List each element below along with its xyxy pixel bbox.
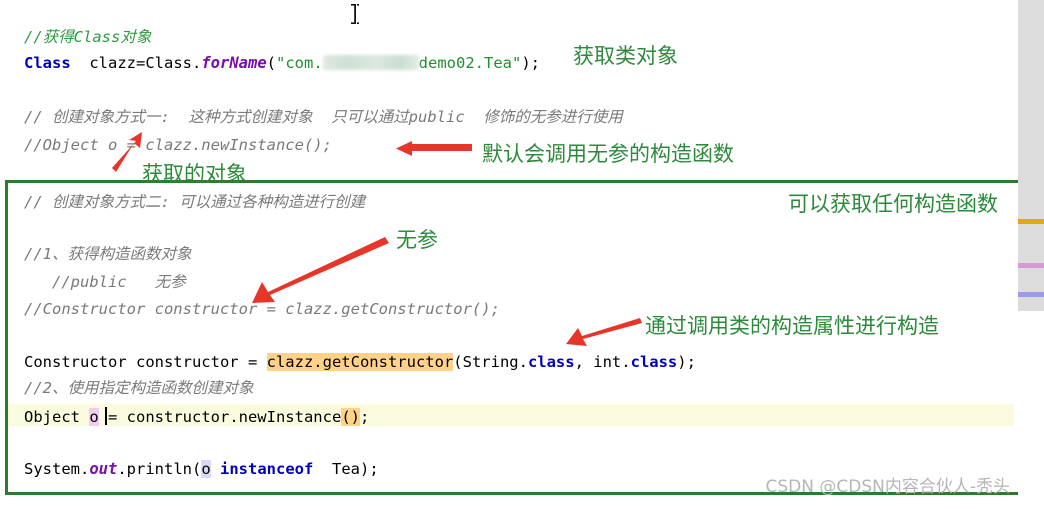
token-tea-tail: Tea); — [322, 460, 379, 478]
redacted-package-segment — [322, 55, 419, 70]
token-o-reference-highlight: o — [201, 460, 211, 478]
token-class-keyword: Class — [24, 54, 71, 72]
code-editor-screenshot: //获得Class对象 Class clazz=Class.forName("c… — [0, 0, 1044, 509]
code-line-10[interactable]: //2、使用指定构造函数创建对象 — [24, 377, 254, 399]
token-comma-int: , int. — [574, 353, 631, 371]
text-caret — [105, 407, 107, 425]
gutter-marker-occurrence[interactable] — [1018, 292, 1044, 297]
code-line-1[interactable]: //获得Class对象 — [24, 26, 151, 48]
annotation-label-default-no-arg-ctor: 默认会调用无参的构造函数 — [482, 142, 734, 166]
code-line-2[interactable]: Class clazz=Class.forName("com. demo02.Te… — [24, 52, 540, 74]
csdn-watermark: CSDN @CDSN内容合伙人-秃头 — [765, 477, 1010, 497]
mouse-text-cursor-icon — [350, 3, 360, 25]
annotation-label-any-constructor: 可以获取任何构造函数 — [788, 192, 998, 216]
token-constructor-decl: Constructor constructor = — [24, 353, 267, 371]
token-forname-method: forName — [201, 54, 267, 72]
token-instanceof-keyword: instanceof — [210, 460, 323, 478]
token-system-dot: System. — [24, 460, 90, 478]
token-println-call: .println( — [117, 460, 202, 478]
token-class-literal-1: class — [527, 353, 575, 371]
annotation-label-get-class-object: 获取类对象 — [573, 44, 678, 68]
token-out-field: out — [89, 460, 118, 478]
code-line-11[interactable]: Object o = constructor.newInstance(); — [24, 406, 369, 428]
code-line-5[interactable]: // 创建对象方式二: 可以通过各种构造进行创建 — [24, 191, 365, 213]
editor-marker-gutter[interactable] — [1018, 0, 1044, 509]
token-semicolon: ; — [359, 408, 370, 426]
token-variable-o-selected: o — [89, 408, 99, 426]
code-editor-area[interactable]: //获得Class对象 Class clazz=Class.forName("c… — [0, 0, 1018, 509]
code-line-12[interactable]: System.out.println(o instanceof Tea); — [24, 458, 379, 480]
code-line-6[interactable]: //1、获得构造函数对象 — [24, 243, 192, 265]
token-line9-tail: ); — [677, 353, 696, 371]
token-object-keyword: Object — [24, 408, 90, 426]
code-line-4[interactable]: //Object o = clazz.newInstance(); — [24, 134, 332, 156]
code-line-3[interactable]: // 创建对象方式一: 这种方式创建对象 只可以通过public 修饰的无参进行… — [24, 106, 623, 128]
annotation-label-no-args: 无参 — [396, 228, 438, 252]
token-paren-close-semi: ); — [521, 54, 540, 72]
code-line-9[interactable]: Constructor constructor = clazz.getConst… — [24, 351, 696, 373]
token-get-constructor-highlight: clazz.getConstructor — [266, 353, 454, 371]
token-string-demo: demo02.Tea" — [418, 54, 522, 72]
gutter-marker-usage[interactable] — [1018, 263, 1044, 268]
token-string-com: "com. — [276, 54, 323, 72]
token-string-dot: (String. — [453, 353, 528, 371]
token-newinstance-call: = constructor.newInstance — [98, 408, 342, 426]
annotation-label-construct-via-attrs: 通过调用类的构造属性进行构造 — [645, 314, 939, 338]
annotation-label-obtained-object: 获取的对象 — [142, 162, 247, 186]
gutter-marker-warning[interactable] — [1018, 219, 1044, 224]
token-paren-open: ( — [266, 54, 276, 72]
code-line-8[interactable]: //Constructor constructor = clazz.getCon… — [24, 298, 500, 320]
token-empty-parens-highlight: () — [341, 408, 360, 426]
code-line-7[interactable]: //public 无参 — [24, 271, 186, 293]
token-clazz-assign: clazz=Class. — [70, 54, 202, 72]
token-class-literal-2: class — [630, 353, 678, 371]
